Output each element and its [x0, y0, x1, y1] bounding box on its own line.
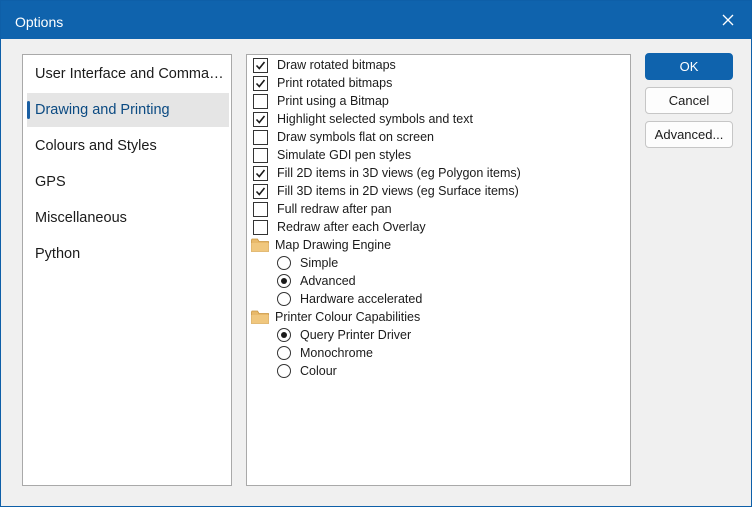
radio-label: Hardware accelerated	[300, 292, 423, 306]
group-header-printer-colour: Printer Colour Capabilities	[251, 308, 420, 326]
sidebar-item-label: GPS	[35, 174, 66, 190]
option-row[interactable]: Full redraw after pan	[253, 200, 392, 218]
radio-option[interactable]: Advanced	[277, 272, 356, 290]
radio-label: Advanced	[300, 274, 356, 288]
radio-button[interactable]	[277, 346, 291, 360]
radio-label: Query Printer Driver	[300, 328, 412, 342]
sidebar-item-python[interactable]: Python	[27, 237, 229, 271]
sidebar-item-label: Drawing and Printing	[35, 102, 170, 118]
option-row[interactable]: Print rotated bitmaps	[253, 74, 392, 92]
radio-option[interactable]: Colour	[277, 362, 337, 380]
checkmark-icon	[255, 115, 266, 124]
checkmark-icon	[255, 187, 266, 196]
checkbox[interactable]	[253, 129, 268, 145]
checkbox[interactable]	[253, 165, 268, 181]
group-label: Printer Colour Capabilities	[275, 310, 421, 324]
radio-button[interactable]	[277, 274, 291, 288]
radio-button[interactable]	[277, 256, 291, 270]
option-label: Highlight selected symbols and text	[277, 112, 473, 126]
option-row[interactable]: Simulate GDI pen styles	[253, 146, 411, 164]
radio-dot	[281, 278, 287, 284]
sidebar-item-miscellaneous[interactable]: Miscellaneous	[27, 201, 229, 235]
close-button[interactable]	[705, 1, 751, 39]
radio-label: Colour	[300, 364, 337, 378]
title-bar: Options	[1, 1, 751, 39]
option-label: Print rotated bitmaps	[277, 76, 393, 90]
option-label: Full redraw after pan	[277, 202, 392, 216]
radio-button[interactable]	[277, 292, 291, 306]
radio-button[interactable]	[277, 364, 291, 378]
option-label: Draw rotated bitmaps	[277, 58, 396, 72]
checkbox[interactable]	[253, 93, 268, 109]
folder-icon	[251, 238, 269, 252]
dialog-title: Options	[15, 14, 64, 30]
folder-icon	[251, 310, 269, 324]
category-list: User Interface and Commands Drawing and …	[22, 54, 232, 486]
close-icon	[722, 14, 734, 26]
sidebar-item-label: Colours and Styles	[35, 138, 157, 154]
checkbox[interactable]	[253, 147, 268, 163]
options-panel: Draw rotated bitmaps Print rotated bitma…	[246, 54, 631, 486]
checkmark-icon	[255, 79, 266, 88]
advanced-button[interactable]: Advanced...	[645, 121, 733, 148]
checkbox[interactable]	[253, 75, 268, 91]
sidebar-item-user-interface[interactable]: User Interface and Commands	[27, 57, 229, 91]
radio-dot	[281, 332, 287, 338]
radio-option[interactable]: Hardware accelerated	[277, 290, 422, 308]
checkbox[interactable]	[253, 111, 268, 127]
checkmark-icon	[255, 61, 266, 70]
group-header-map-drawing-engine: Map Drawing Engine	[251, 236, 391, 254]
sidebar-item-colours-styles[interactable]: Colours and Styles	[27, 129, 229, 163]
option-label: Fill 2D items in 3D views (eg Polygon it…	[277, 166, 521, 180]
sidebar-item-label: Python	[35, 246, 81, 262]
option-row[interactable]: Redraw after each Overlay	[253, 218, 426, 236]
option-row[interactable]: Fill 3D items in 2D views (eg Surface it…	[253, 182, 519, 200]
sidebar-item-gps[interactable]: GPS	[27, 165, 229, 199]
radio-option[interactable]: Monochrome	[277, 344, 373, 362]
checkbox[interactable]	[253, 219, 268, 235]
checkbox[interactable]	[253, 57, 268, 73]
checkbox[interactable]	[253, 201, 268, 217]
checkbox[interactable]	[253, 183, 268, 199]
option-label: Simulate GDI pen styles	[277, 148, 412, 162]
cancel-button[interactable]: Cancel	[645, 87, 733, 114]
radio-button[interactable]	[277, 328, 291, 342]
group-label: Map Drawing Engine	[275, 238, 392, 252]
option-row[interactable]: Fill 2D items in 3D views (eg Polygon it…	[253, 164, 521, 182]
sidebar-item-label: User Interface and Commands	[35, 66, 225, 82]
option-row[interactable]: Draw rotated bitmaps	[253, 56, 396, 74]
options-dialog: Options User Interface and Commands Draw…	[0, 0, 752, 507]
option-label: Draw symbols flat on screen	[277, 130, 435, 144]
option-row[interactable]: Draw symbols flat on screen	[253, 128, 434, 146]
sidebar-item-label: Miscellaneous	[35, 210, 127, 226]
radio-label: Simple	[300, 256, 339, 270]
option-row[interactable]: Print using a Bitmap	[253, 92, 389, 110]
selection-indicator	[27, 101, 30, 119]
option-label: Print using a Bitmap	[277, 94, 389, 108]
option-row[interactable]: Highlight selected symbols and text	[253, 110, 473, 128]
option-label: Redraw after each Overlay	[277, 220, 426, 234]
ok-button[interactable]: OK	[645, 53, 733, 80]
radio-option[interactable]: Query Printer Driver	[277, 326, 411, 344]
checkmark-icon	[255, 169, 266, 178]
radio-option[interactable]: Simple	[277, 254, 338, 272]
option-label: Fill 3D items in 2D views (eg Surface it…	[277, 184, 519, 198]
sidebar-item-drawing-printing[interactable]: Drawing and Printing	[27, 93, 229, 127]
radio-label: Monochrome	[300, 346, 373, 360]
